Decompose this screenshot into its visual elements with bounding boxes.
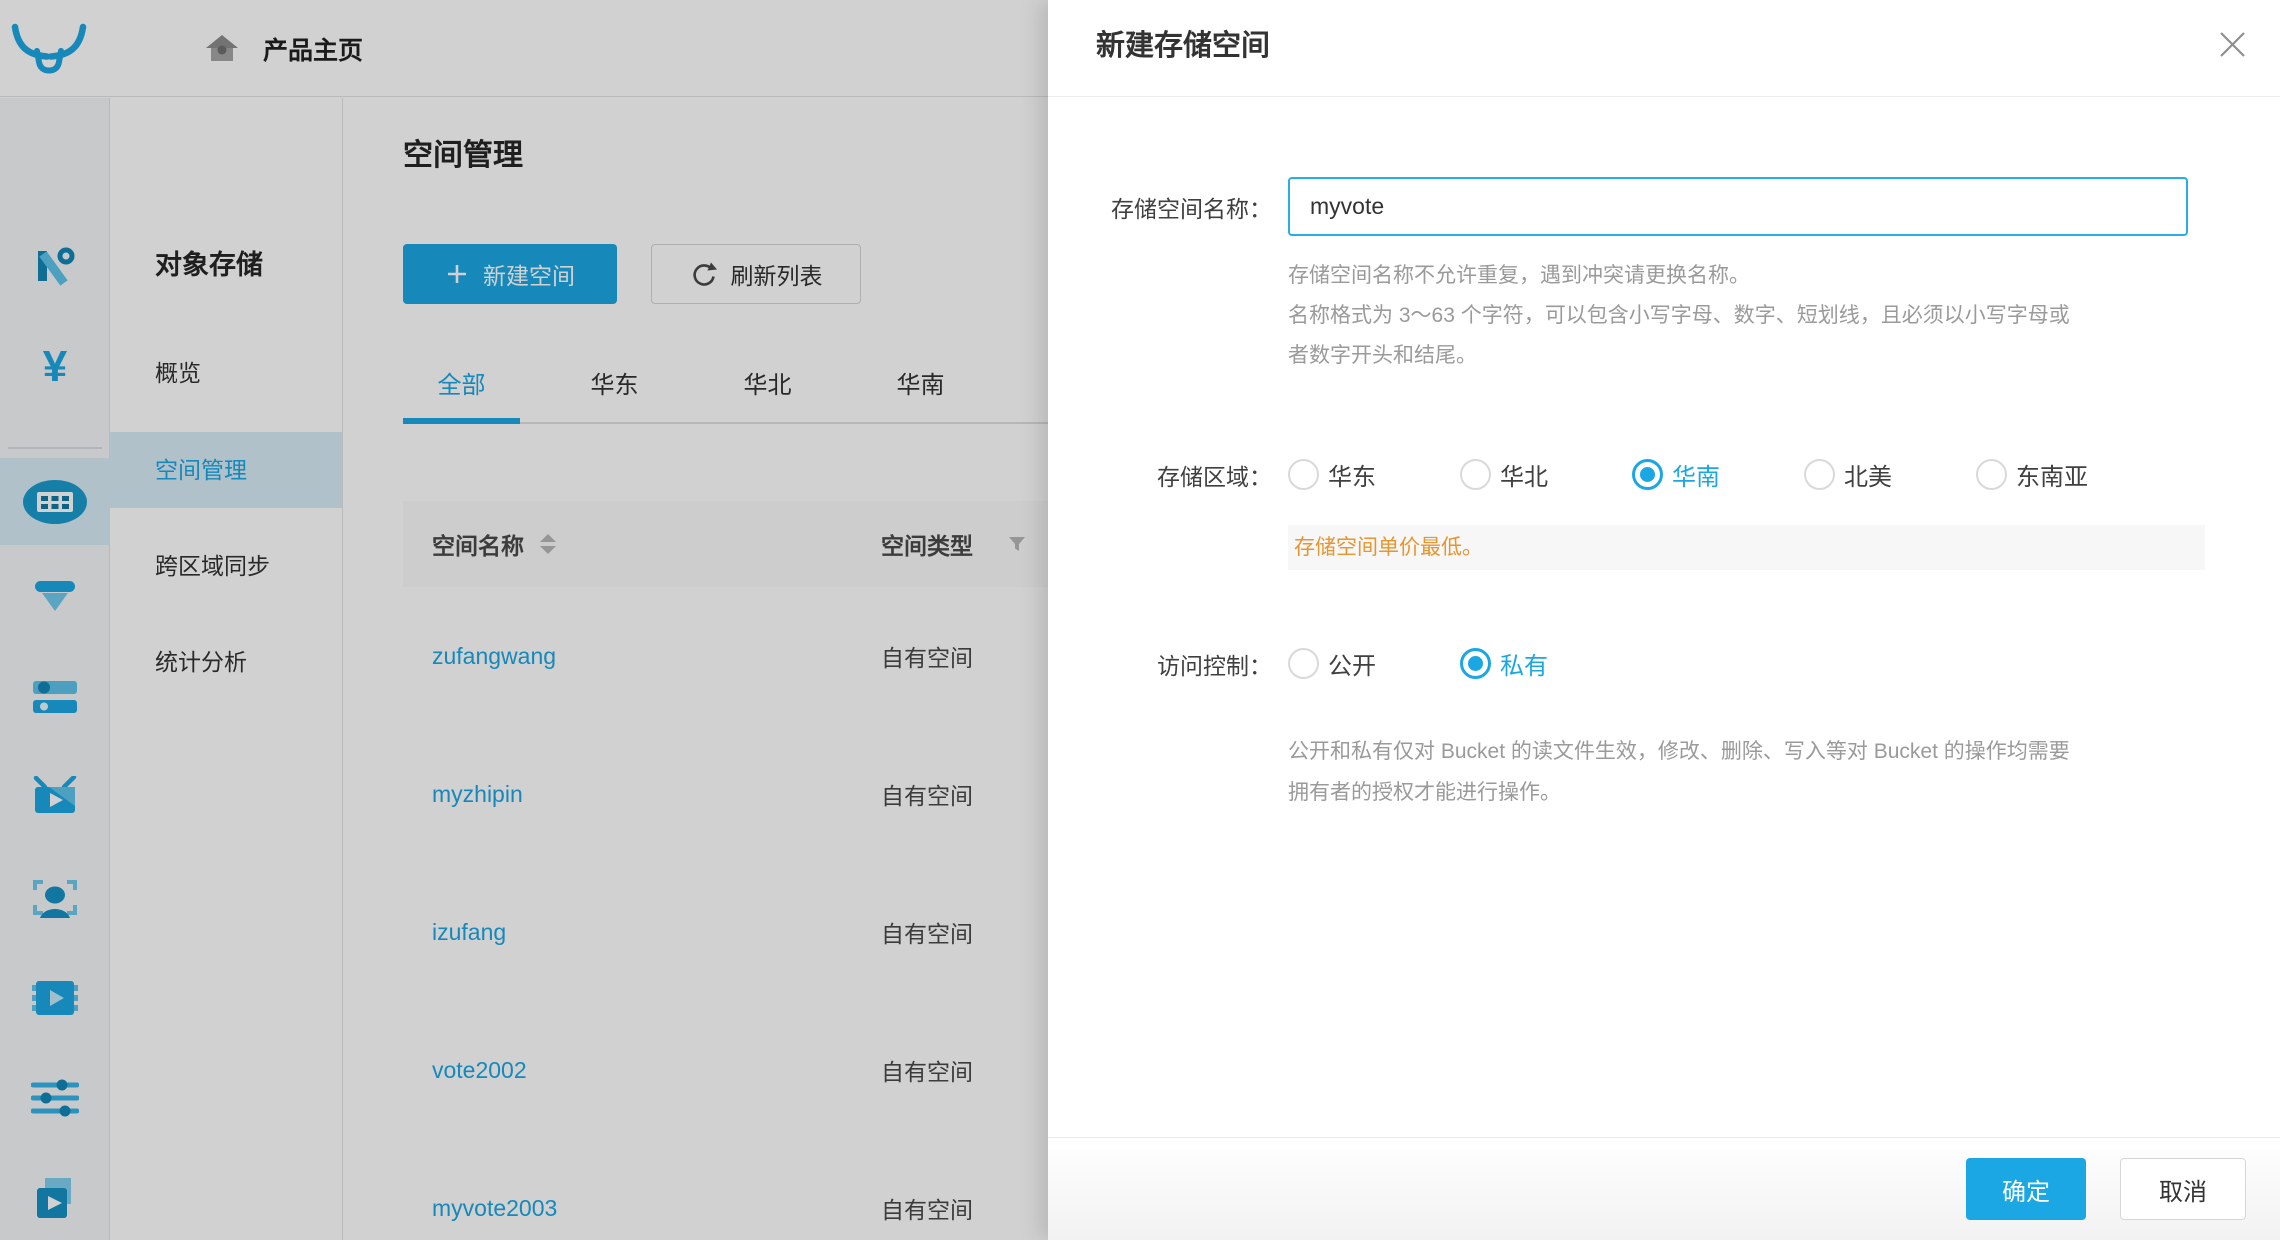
radio-circle-icon [1288,648,1319,679]
radio-circle-icon [1632,459,1663,490]
bucket-name-label: 存储空间名称： [1048,177,1272,236]
region-radio-group: 华东 华北 华南 北美 东南亚 [1288,459,2088,490]
drawer-footer: 确定 取消 [1048,1137,2280,1240]
region-label: 存储区域： [1048,459,1272,490]
bucket-name-input[interactable] [1288,177,2188,236]
radio-huabei[interactable]: 华北 [1460,457,1548,492]
radio-circle-icon [1976,459,2007,490]
confirm-button[interactable]: 确定 [1966,1158,2086,1220]
radio-circle-icon [1288,459,1319,490]
access-help: 公开和私有仅对 Bucket 的读文件生效，修改、删除、写入等对 Bucket … [1288,731,2070,813]
region-price-note: 存储空间单价最低。 [1288,525,2205,570]
radio-huanan[interactable]: 华南 [1632,457,1720,492]
screen: 产品主页 ¥ [0,0,2280,1240]
radio-huadong[interactable]: 华东 [1288,457,1376,492]
radio-public[interactable]: 公开 [1288,646,1376,681]
drawer-title: 新建存储空间 [1096,0,1270,97]
create-bucket-drawer: 新建存储空间 存储空间名称： 存储空间名称不允许重复，遇到冲突请更换名称。 名称… [1048,0,2280,1240]
bucket-name-help: 存储空间名称不允许重复，遇到冲突请更换名称。 名称格式为 3～63 个字符，可以… [1288,256,2070,376]
access-label: 访问控制： [1048,648,1272,679]
radio-private[interactable]: 私有 [1460,646,1548,681]
access-radio-group: 公开 私有 [1288,648,1548,679]
radio-circle-icon [1460,459,1491,490]
drawer-header: 新建存储空间 [1048,0,2280,97]
radio-circle-icon [1804,459,1835,490]
radio-circle-icon [1460,648,1491,679]
cancel-button[interactable]: 取消 [2120,1158,2246,1220]
close-icon[interactable] [2217,29,2247,59]
radio-beimei[interactable]: 北美 [1804,457,1892,492]
radio-dongnanya[interactable]: 东南亚 [1976,457,2088,492]
